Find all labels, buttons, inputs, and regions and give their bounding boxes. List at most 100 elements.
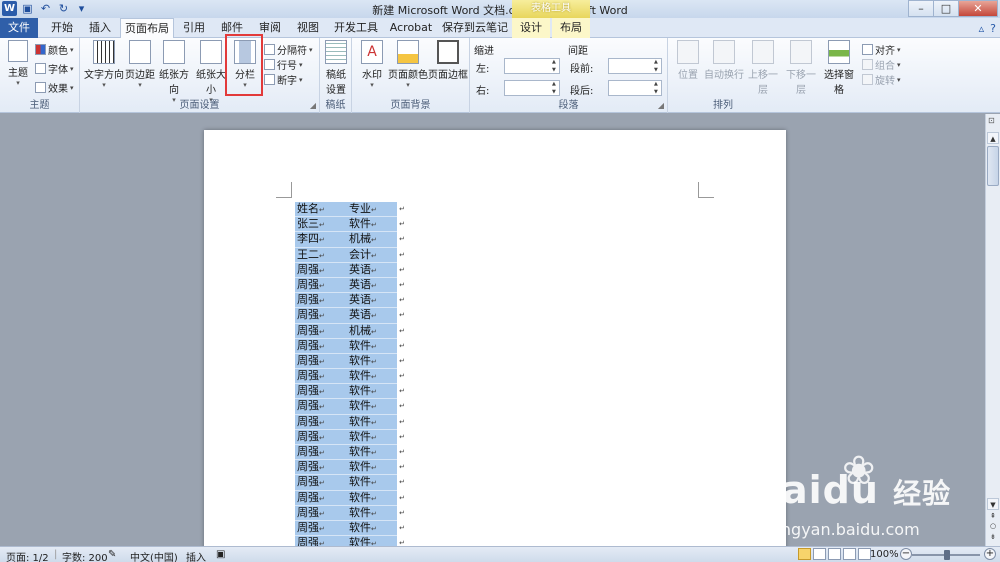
table-cell-name[interactable]: 周强↵	[295, 506, 349, 520]
table-row[interactable]: 王二↵ 会计↵ ↵	[295, 247, 405, 263]
page-setup-launcher-icon[interactable]: ◢	[310, 101, 316, 110]
tab-home[interactable]: 开始	[44, 18, 80, 38]
table-cell-name[interactable]: 周强↵	[295, 430, 349, 444]
spacing-after-input[interactable]	[608, 80, 662, 96]
status-page-count[interactable]: 页面: 1/2	[6, 549, 49, 562]
align-button[interactable]: 对齐 ▾	[862, 42, 901, 57]
indent-right-input[interactable]	[504, 80, 560, 96]
spacing-before-input[interactable]	[608, 58, 662, 74]
status-insert-mode[interactable]: 插入	[186, 549, 206, 562]
table-row[interactable]: 周强↵ 软件↵ ↵	[295, 445, 405, 461]
table-cell-name[interactable]: 周强↵	[295, 354, 349, 368]
table-cell-name[interactable]: 周强↵	[295, 293, 349, 307]
table-cell-name[interactable]: 李四↵	[295, 232, 349, 246]
table-row[interactable]: 周强↵ 软件↵ ↵	[295, 384, 405, 400]
table-cell-major[interactable]: 软件↵	[349, 506, 397, 520]
table-cell-major[interactable]: 软件↵	[349, 445, 397, 459]
table-cell-name[interactable]: 周强↵	[295, 324, 349, 338]
themes-button[interactable]: 主题 ▾	[4, 40, 32, 88]
tab-view[interactable]: 视图	[290, 18, 326, 38]
table-row[interactable]: 周强↵ 软件↵ ↵	[295, 429, 405, 445]
tab-insert[interactable]: 插入	[82, 18, 118, 38]
table-row[interactable]: 周强↵ 软件↵ ↵	[295, 369, 405, 385]
table-cell-name[interactable]: 周强↵	[295, 445, 349, 459]
table-row[interactable]: 周强↵ 软件↵ ↵	[295, 536, 405, 546]
status-word-count[interactable]: 字数: 200	[62, 549, 108, 562]
page-borders-button[interactable]: 页面边框	[428, 40, 468, 81]
table-cell-major[interactable]: 软件↵	[349, 354, 397, 368]
maximize-button[interactable]: □	[933, 0, 959, 17]
table-cell-major[interactable]: 英语↵	[349, 308, 397, 322]
table-cell-name[interactable]: 周强↵	[295, 521, 349, 535]
outline-view-icon[interactable]	[843, 548, 856, 560]
table-row[interactable]: 周强↵ 软件↵ ↵	[295, 520, 405, 537]
table-row[interactable]: 张三↵ 软件↵ ↵	[295, 217, 405, 233]
page-color-button[interactable]: 页面颜色 ▾	[388, 40, 428, 90]
tab-layout[interactable]: 布局	[552, 18, 590, 38]
theme-effects-button[interactable]: 效果 ▾	[35, 80, 74, 95]
proofing-icon[interactable]: ✎	[108, 549, 116, 560]
tab-acrobat[interactable]: Acrobat	[386, 18, 436, 38]
table-cell-major[interactable]: 软件↵	[349, 460, 397, 474]
table-cell-name[interactable]: 周强↵	[295, 415, 349, 429]
table-cell-major[interactable]: 软件↵	[349, 415, 397, 429]
table-cell-major[interactable]: 英语↵	[349, 278, 397, 292]
manuscript-setup-button[interactable]: 稿纸 设置	[322, 40, 350, 96]
table-cell-major[interactable]: 软件↵	[349, 521, 397, 535]
paragraph-launcher-icon[interactable]: ◢	[658, 101, 664, 110]
close-button[interactable]: ✕	[958, 0, 998, 17]
zoom-level[interactable]: 100%	[870, 549, 899, 560]
margins-button[interactable]: 页边距 ▾	[124, 40, 156, 90]
table-cell-major[interactable]: 软件↵	[349, 384, 397, 398]
table-row[interactable]: 周强↵ 机械↵ ↵	[295, 323, 405, 339]
table-cell-major[interactable]: 英语↵	[349, 293, 397, 307]
breaks-button[interactable]: 分隔符 ▾	[264, 42, 313, 57]
table-cell-name[interactable]: 周强↵	[295, 475, 349, 489]
table-cell-name[interactable]: 周强↵	[295, 460, 349, 474]
theme-fonts-button[interactable]: 字体 ▾	[35, 61, 74, 76]
table-cell-name[interactable]: 王二↵	[295, 248, 349, 262]
line-numbers-button[interactable]: 行号 ▾	[264, 57, 303, 72]
ruler-toggle-icon[interactable]: ⊡	[988, 116, 998, 126]
table-row[interactable]: 周强↵ 英语↵ ↵	[295, 262, 405, 278]
tab-references[interactable]: 引用	[176, 18, 212, 38]
minimize-button[interactable]: –	[908, 0, 934, 17]
print-layout-view-icon[interactable]	[798, 548, 811, 560]
zoom-in-button[interactable]: +	[984, 548, 996, 560]
tab-developer[interactable]: 开发工具	[330, 18, 382, 38]
table-cell-name[interactable]: 周强↵	[295, 369, 349, 383]
table-cell-major[interactable]: 机械↵	[349, 232, 397, 246]
zoom-out-button[interactable]: −	[900, 548, 912, 560]
table-cell-major[interactable]: 软件↵	[349, 399, 397, 413]
rotate-button[interactable]: 旋转 ▾	[862, 72, 901, 87]
table-cell-major[interactable]: 软件↵	[349, 339, 397, 353]
table-row[interactable]: 姓名↵ 专业↵ ↵	[295, 202, 405, 218]
status-language[interactable]: 中文(中国)	[130, 549, 178, 562]
minimize-ribbon-icon[interactable]: ▵	[979, 22, 985, 35]
tab-cloud-notes[interactable]: 保存到云笔记	[440, 18, 510, 38]
table-row[interactable]: 李四↵ 机械↵ ↵	[295, 232, 405, 248]
table-cell-major[interactable]: 软件↵	[349, 369, 397, 383]
table-cell-name[interactable]: 周强↵	[295, 384, 349, 398]
table-cell-name[interactable]: 周强↵	[295, 399, 349, 413]
tab-file[interactable]: 文件	[0, 18, 38, 38]
scroll-up-button[interactable]: ▲	[987, 132, 999, 144]
table-cell-major[interactable]: 软件↵	[349, 430, 397, 444]
table-row[interactable]: 周强↵ 英语↵ ↵	[295, 277, 405, 294]
table-row[interactable]: 周强↵ 软件↵ ↵	[295, 475, 405, 491]
table-cell-name[interactable]: 周强↵	[295, 536, 349, 546]
hyphenation-button[interactable]: 断字 ▾	[264, 72, 303, 87]
help-icon[interactable]: ?	[990, 22, 996, 35]
group-objects-button[interactable]: 组合 ▾	[862, 57, 901, 72]
tab-design[interactable]: 设计	[512, 18, 550, 38]
table-cell-name[interactable]: 周强↵	[295, 308, 349, 322]
table-cell-name[interactable]: 周强↵	[295, 263, 349, 277]
table-cell-major[interactable]: 会计↵	[349, 248, 397, 262]
document-page[interactable]: 姓名↵ 专业↵ ↵ 张三↵ 软件↵ ↵ 李四↵ 机械↵ ↵ 王二↵ 会计↵ ↵ 周强↵ 英语↵ ↵ 周强↵ 英语…	[204, 130, 786, 546]
web-layout-view-icon[interactable]	[828, 548, 841, 560]
table-cell-major[interactable]: 软件↵	[349, 475, 397, 489]
scroll-thumb[interactable]	[987, 146, 999, 186]
table-cell-major[interactable]: 软件↵	[349, 536, 397, 546]
table-cell-major[interactable]: 英语↵	[349, 263, 397, 277]
send-backward-button[interactable]: 下移一层	[782, 40, 820, 96]
